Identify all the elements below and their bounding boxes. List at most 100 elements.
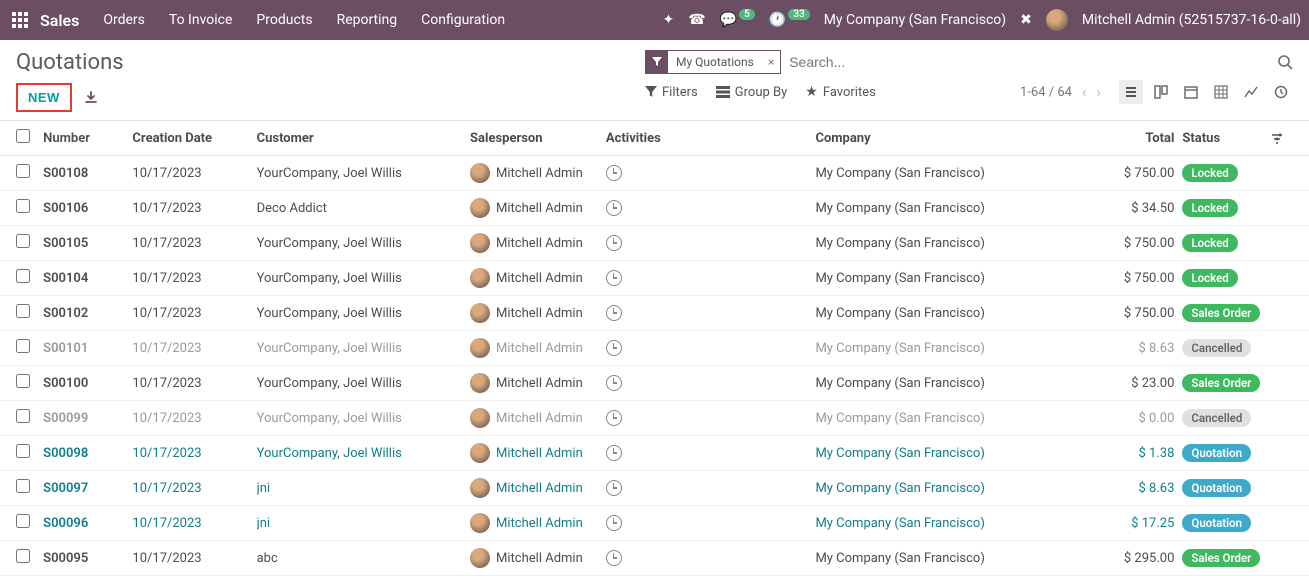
nav-to-invoice[interactable]: To Invoice	[169, 12, 233, 28]
avatar	[470, 373, 490, 393]
row-checkbox[interactable]	[16, 479, 30, 493]
table-row[interactable]: S0009510/17/2023abcMitchell AdminMy Comp…	[0, 541, 1309, 576]
col-options-icon[interactable]	[1270, 131, 1293, 145]
row-activity[interactable]	[606, 200, 816, 216]
pager-text[interactable]: 1-64 / 64	[1020, 85, 1072, 100]
table-row[interactable]: S0009610/17/2023jniMitchell AdminMy Comp…	[0, 506, 1309, 541]
nav-configuration[interactable]: Configuration	[421, 12, 505, 28]
table-row[interactable]: S0009810/17/2023YourCompany, Joel Willis…	[0, 436, 1309, 471]
messages-icon[interactable]: 💬5	[720, 12, 755, 28]
table-row[interactable]: S0010410/17/2023YourCompany, Joel Willis…	[0, 261, 1309, 296]
row-number[interactable]: S00104	[43, 271, 132, 286]
col-status[interactable]: Status	[1182, 131, 1269, 146]
table-row[interactable]: S0010810/17/2023YourCompany, Joel Willis…	[0, 156, 1309, 191]
table-row[interactable]: S0009910/17/2023YourCompany, Joel Willis…	[0, 401, 1309, 436]
row-date: 10/17/2023	[132, 306, 256, 321]
view-pivot-icon[interactable]	[1209, 80, 1233, 104]
col-date[interactable]: Creation Date	[132, 131, 256, 146]
row-number[interactable]: S00106	[43, 201, 132, 216]
debug-icon[interactable]: ✦	[662, 12, 674, 28]
row-number[interactable]: S00105	[43, 236, 132, 251]
status-badge: Sales Order	[1182, 304, 1260, 322]
row-checkbox[interactable]	[16, 374, 30, 388]
download-icon[interactable]	[84, 91, 98, 105]
pager-next[interactable]: ›	[1096, 83, 1101, 101]
row-activity[interactable]	[606, 270, 816, 286]
nav-reporting[interactable]: Reporting	[337, 12, 398, 28]
row-checkbox[interactable]	[16, 199, 30, 213]
user-avatar[interactable]	[1046, 9, 1068, 31]
support-icon[interactable]: ☎	[688, 12, 705, 28]
nav-products[interactable]: Products	[256, 12, 312, 28]
row-activity[interactable]	[606, 445, 816, 461]
row-checkbox[interactable]	[16, 514, 30, 528]
row-number[interactable]: S00098	[43, 446, 132, 461]
row-activity[interactable]	[606, 375, 816, 391]
row-number[interactable]: S00099	[43, 411, 132, 426]
view-calendar-icon[interactable]	[1179, 80, 1203, 104]
select-all-checkbox[interactable]	[16, 129, 30, 143]
row-number[interactable]: S00095	[43, 551, 132, 566]
row-checkbox[interactable]	[16, 409, 30, 423]
row-date: 10/17/2023	[132, 551, 256, 566]
row-number[interactable]: S00102	[43, 306, 132, 321]
table-row[interactable]: S0010010/17/2023YourCompany, Joel Willis…	[0, 366, 1309, 401]
row-date: 10/17/2023	[132, 341, 256, 356]
col-number[interactable]: Number	[43, 131, 132, 146]
groupby-button[interactable]: Group By	[716, 84, 788, 100]
col-total[interactable]: Total	[1075, 131, 1182, 146]
row-salesperson: Mitchell Admin	[470, 233, 606, 253]
company-switcher[interactable]: My Company (San Francisco)	[824, 12, 1006, 28]
row-activity[interactable]	[606, 235, 816, 251]
table-row[interactable]: S0010510/17/2023YourCompany, Joel Willis…	[0, 226, 1309, 261]
row-customer: YourCompany, Joel Willis	[257, 236, 470, 251]
activities-icon[interactable]: 🕐33	[769, 12, 810, 28]
row-number[interactable]: S00101	[43, 341, 132, 356]
view-activity-icon[interactable]	[1269, 80, 1293, 104]
table-row[interactable]: S0010210/17/2023YourCompany, Joel Willis…	[0, 296, 1309, 331]
row-activity[interactable]	[606, 480, 816, 496]
row-checkbox[interactable]	[16, 234, 30, 248]
row-activity[interactable]	[606, 515, 816, 531]
col-salesperson[interactable]: Salesperson	[470, 131, 606, 146]
row-activity[interactable]	[606, 410, 816, 426]
filter-chip-label: My Quotations	[668, 51, 762, 73]
row-activity[interactable]	[606, 165, 816, 181]
search-input[interactable]	[787, 50, 1271, 74]
row-checkbox[interactable]	[16, 164, 30, 178]
table-row[interactable]: S0009710/17/2023jniMitchell AdminMy Comp…	[0, 471, 1309, 506]
favorites-button[interactable]: ★Favorites	[805, 84, 876, 100]
row-activity[interactable]	[606, 305, 816, 321]
row-checkbox[interactable]	[16, 549, 30, 563]
view-kanban-icon[interactable]	[1149, 80, 1173, 104]
row-number[interactable]: S00108	[43, 166, 132, 181]
user-menu[interactable]: Mitchell Admin (52515737-16-0-all)	[1082, 12, 1301, 28]
col-customer[interactable]: Customer	[257, 131, 470, 146]
row-checkbox[interactable]	[16, 304, 30, 318]
col-activities[interactable]: Activities	[606, 131, 816, 146]
new-button[interactable]: NEW	[16, 83, 72, 112]
row-checkbox[interactable]	[16, 339, 30, 353]
avatar	[470, 513, 490, 533]
row-number[interactable]: S00097	[43, 481, 132, 496]
row-checkbox[interactable]	[16, 444, 30, 458]
row-number[interactable]: S00100	[43, 376, 132, 391]
row-activity[interactable]	[606, 550, 816, 566]
view-list-icon[interactable]	[1119, 80, 1143, 104]
filter-chip-remove[interactable]: ×	[762, 51, 780, 73]
row-checkbox[interactable]	[16, 269, 30, 283]
row-status: Quotation	[1182, 444, 1269, 462]
nav-orders[interactable]: Orders	[103, 12, 145, 28]
view-graph-icon[interactable]	[1239, 80, 1263, 104]
table-row[interactable]: S0010110/17/2023YourCompany, Joel Willis…	[0, 331, 1309, 366]
pager-prev[interactable]: ‹	[1082, 83, 1087, 101]
filters-button[interactable]: Filters	[645, 84, 698, 100]
search-icon[interactable]	[1277, 54, 1293, 70]
apps-icon[interactable]	[12, 12, 28, 28]
row-number[interactable]: S00096	[43, 516, 132, 531]
row-activity[interactable]	[606, 340, 816, 356]
tools-icon[interactable]: ✖	[1020, 12, 1032, 28]
app-name[interactable]: Sales	[40, 11, 79, 30]
col-company[interactable]: Company	[815, 131, 1075, 146]
table-row[interactable]: S0010610/17/2023Deco AddictMitchell Admi…	[0, 191, 1309, 226]
